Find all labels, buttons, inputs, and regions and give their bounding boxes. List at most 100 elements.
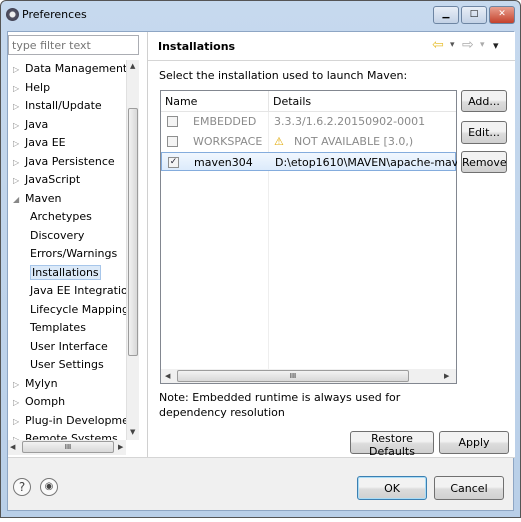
page-title: Installations <box>158 40 236 53</box>
tree-item-label: Errors/Warnings <box>30 247 118 260</box>
tree-item-label: Installations <box>30 264 101 280</box>
tree-item[interactable]: ▷ Mylyn <box>13 375 58 393</box>
tree-item-label: Discovery <box>30 228 85 242</box>
tree-item[interactable]: ▷ Oomph <box>13 393 65 411</box>
column-header-details[interactable]: Details <box>269 91 456 112</box>
tree-horizontal-scrollbar[interactable]: ◀ III ▶ <box>8 440 126 455</box>
tree-item[interactable]: User Settings <box>30 356 104 374</box>
expand-icon[interactable]: ▷ <box>13 172 25 190</box>
tree-item[interactable]: ▷Plug-in Development <box>13 412 126 430</box>
tree-item-label: Java EE <box>25 136 66 149</box>
expand-icon[interactable]: ▷ <box>13 376 25 394</box>
tree-vertical-scrollbar[interactable]: ▲ ▼ <box>126 60 139 440</box>
expand-icon[interactable]: ▷ <box>13 98 25 116</box>
forward-dropdown-icon[interactable]: ▾ <box>480 40 485 50</box>
tree-hscroll-thumb[interactable]: III <box>22 441 114 453</box>
expand-icon[interactable]: ▷ <box>13 61 25 79</box>
warning-icon: ⚠ <box>274 135 284 148</box>
back-dropdown-icon[interactable]: ▾ <box>450 40 455 50</box>
add-button[interactable]: Add... <box>461 90 507 112</box>
tree-item-label: Templates <box>30 321 86 334</box>
installation-name: WORKSPACE <box>193 135 263 148</box>
tree-item-label: Java EE Integration <box>30 284 126 297</box>
tree-item[interactable]: Errors/Warnings <box>30 245 117 263</box>
table-horizontal-scrollbar[interactable]: ◀ III ▶ <box>161 369 456 383</box>
installation-details: 3.3.3/1.6.2.20150902-0001 <box>274 115 426 128</box>
tree-item[interactable]: ▷ Java <box>13 116 48 134</box>
table-row[interactable]: WORKSPACE ⚠ NOT AVAILABLE [3.0,) <box>161 132 456 151</box>
tree-item-label: Maven <box>25 191 62 205</box>
tree-item[interactable]: ▷ Help <box>13 79 50 97</box>
preferences-tree: ▷ Data Management ▷ Help ▷ Install/Update ▷ Jav… <box>8 60 126 440</box>
help-icon[interactable]: ? <box>13 478 31 496</box>
maximize-button[interactable]: □ <box>461 6 487 24</box>
tree-item-label: Java <box>25 117 49 131</box>
window-title: Preferences <box>22 8 87 21</box>
tree-item[interactable]: ▷ Java EE <box>13 134 66 152</box>
tree-item-label: Lifecycle Mapping <box>30 302 126 316</box>
tree-item[interactable]: ▷ Install/Update <box>13 97 102 115</box>
tree-item[interactable]: User Interface <box>30 338 108 356</box>
restore-defaults-button[interactable]: Restore Defaults <box>350 431 434 458</box>
tree-item-label: Java Persistence <box>25 154 115 168</box>
tree-item[interactable]: Templates <box>30 319 86 337</box>
tree-item[interactable]: ▷ Data Management <box>13 60 126 78</box>
left-panel: ▷Data Management▷Help▷Install/Update▷Jav… <box>8 32 147 457</box>
expand-icon[interactable]: ▷ <box>13 154 25 172</box>
tree-item-label: Remote Systems <box>25 432 118 440</box>
tree-item[interactable]: Discovery <box>30 227 84 245</box>
remove-button[interactable]: Remove <box>461 151 507 173</box>
row-checkbox[interactable]: ✓ <box>168 157 179 168</box>
installation-name: maven304 <box>194 156 253 169</box>
import-export-icon[interactable]: ◉ <box>40 478 58 496</box>
tree-item[interactable]: Java EE Integration <box>30 282 126 300</box>
installations-table: Name Details EMBEDDED 3.3.3/1.6.2.2015090… <box>160 90 457 384</box>
filter-input[interactable] <box>8 35 139 55</box>
installation-details: NOT AVAILABLE [3.0,) <box>294 135 414 148</box>
expand-icon[interactable]: ▷ <box>13 431 25 440</box>
view-menu-icon[interactable]: ▾ <box>493 39 499 52</box>
expand-icon[interactable]: ▷ <box>13 135 25 153</box>
tree-item-label: Data Management <box>25 62 126 75</box>
header-separator <box>148 60 515 61</box>
tree-item-label: Install/Update <box>25 99 102 112</box>
table-row[interactable]: EMBEDDED 3.3.3/1.6.2.20150902-0001 <box>161 112 456 131</box>
back-icon[interactable]: ⇦ <box>432 37 444 53</box>
preferences-icon <box>6 8 19 21</box>
tree-item-label: Plug-in Development <box>25 413 126 427</box>
installation-name: EMBEDDED <box>193 115 257 128</box>
tree-scroll-thumb[interactable] <box>128 108 138 356</box>
row-checkbox[interactable] <box>167 116 178 127</box>
tree-item[interactable]: ◢ Maven <box>13 190 61 208</box>
tree-item[interactable]: Lifecycle Mapping <box>30 301 126 319</box>
tree-item[interactable]: Archetypes <box>30 208 92 226</box>
expand-icon[interactable]: ▷ <box>13 413 25 431</box>
expand-icon[interactable]: ▷ <box>13 394 25 412</box>
tree-item-label: JavaScript <box>25 173 81 186</box>
installation-details: D:\etop1610\MAVEN\apache-maven-3.0 <box>275 156 457 169</box>
expand-icon[interactable]: ▷ <box>13 117 25 135</box>
bottom-separator <box>8 457 515 458</box>
tree-item[interactable]: Installations <box>30 264 101 282</box>
embedded-runtime-note: Note: Embedded runtime is always used fo… <box>159 391 401 419</box>
expand-icon[interactable]: ▷ <box>13 80 25 98</box>
collapse-icon[interactable]: ◢ <box>13 191 25 209</box>
minimize-button[interactable]: ▁ <box>433 6 459 24</box>
apply-button[interactable]: Apply <box>439 431 509 454</box>
tree-item-label: Mylyn <box>25 376 58 390</box>
cancel-button[interactable]: Cancel <box>434 476 504 500</box>
edit-button[interactable]: Edit... <box>461 121 507 144</box>
table-hscroll-thumb[interactable]: III <box>177 370 409 382</box>
forward-icon[interactable]: ⇨ <box>462 37 474 53</box>
tree-item-label: User Interface <box>30 339 108 353</box>
tree-item[interactable]: ▷ Java Persistence <box>13 153 115 171</box>
column-header-name[interactable]: Name <box>161 91 269 112</box>
row-checkbox[interactable] <box>167 136 178 147</box>
ok-button[interactable]: OK <box>357 476 427 500</box>
tree-item-label: User Settings <box>30 358 104 371</box>
tree-item[interactable]: ▷ JavaScript <box>13 171 80 189</box>
tree-item[interactable]: ▷ Remote Systems <box>13 430 118 440</box>
dialog-client: ▷Data Management▷Help▷Install/Update▷Jav… <box>7 31 515 511</box>
table-row[interactable]: ✓ maven304 D:\etop1610\MAVEN\apache-maven-… <box>161 152 457 171</box>
close-button[interactable]: ✕ <box>489 6 515 24</box>
